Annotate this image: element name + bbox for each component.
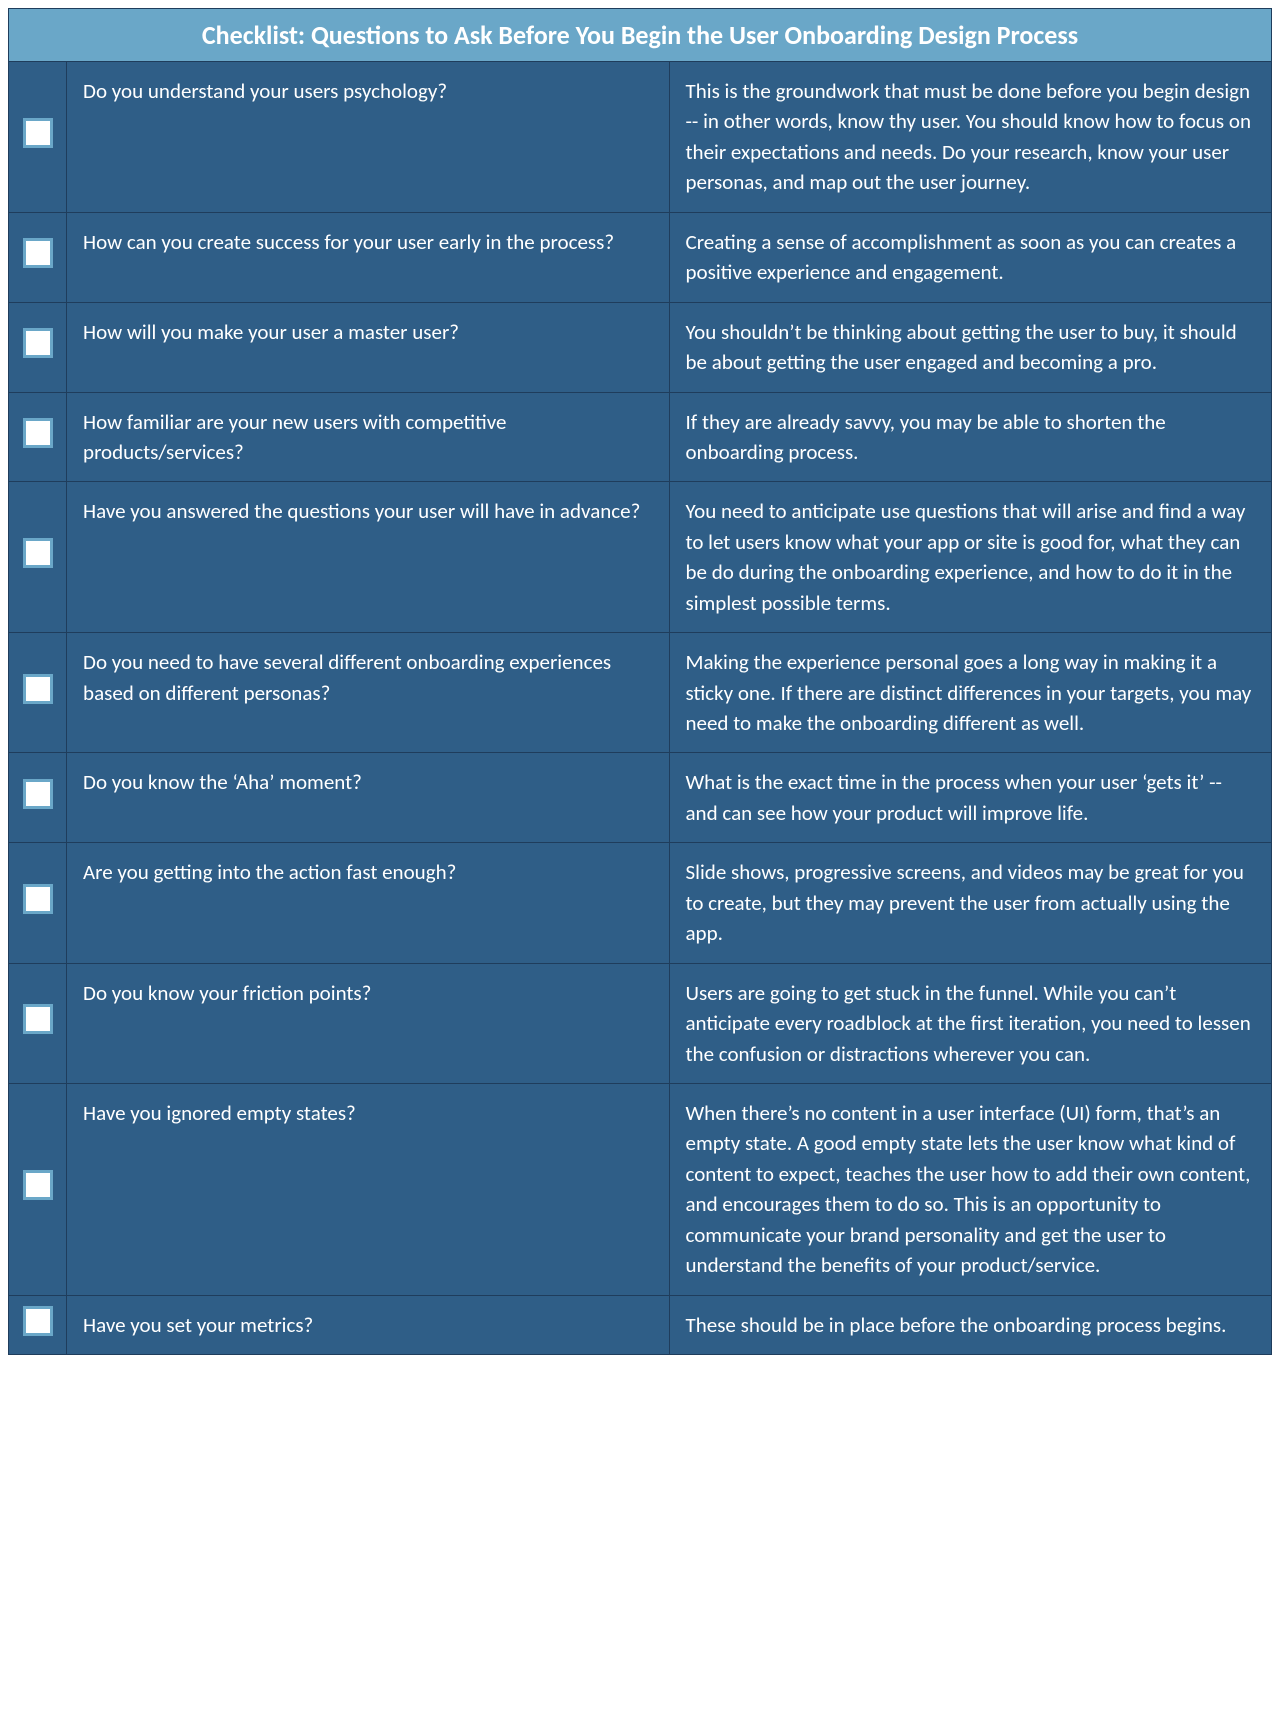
question-cell: How will you make your user a master use… bbox=[67, 302, 669, 392]
checkbox[interactable] bbox=[23, 779, 53, 809]
checkbox-cell bbox=[9, 392, 67, 482]
checkbox-cell bbox=[9, 1083, 67, 1295]
checkbox-cell bbox=[9, 212, 67, 302]
answer-cell: When there’s no content in a user interf… bbox=[669, 1083, 1272, 1295]
table-row: How will you make your user a master use… bbox=[9, 302, 1272, 392]
question-cell: How familiar are your new users with com… bbox=[67, 392, 669, 482]
checkbox[interactable] bbox=[23, 538, 53, 568]
checkbox-cell bbox=[9, 302, 67, 392]
answer-cell: Making the experience personal goes a lo… bbox=[669, 633, 1272, 753]
checkbox[interactable] bbox=[23, 328, 53, 358]
table-row: How can you create success for your user… bbox=[9, 212, 1272, 302]
checkbox[interactable] bbox=[23, 118, 53, 148]
checkbox-cell bbox=[9, 963, 67, 1083]
answer-cell: What is the exact time in the process wh… bbox=[669, 753, 1272, 843]
question-cell: Do you know the ‘Aha’ moment? bbox=[67, 753, 669, 843]
table-row: Do you know your friction points?Users a… bbox=[9, 963, 1272, 1083]
checkbox-cell bbox=[9, 62, 67, 213]
question-cell: Have you ignored empty states? bbox=[67, 1083, 669, 1295]
table-row: Are you getting into the action fast eno… bbox=[9, 843, 1272, 963]
answer-cell: Creating a sense of accomplishment as so… bbox=[669, 212, 1272, 302]
checkbox[interactable] bbox=[23, 1170, 53, 1200]
table-row: Do you need to have several different on… bbox=[9, 633, 1272, 753]
answer-cell: Users are going to get stuck in the funn… bbox=[669, 963, 1272, 1083]
table-row: How familiar are your new users with com… bbox=[9, 392, 1272, 482]
table-row: Do you know the ‘Aha’ moment?What is the… bbox=[9, 753, 1272, 843]
question-cell: Have you set your metrics? bbox=[67, 1295, 669, 1354]
table-row: Have you set your metrics?These should b… bbox=[9, 1295, 1272, 1354]
checklist-table: Checklist: Questions to Ask Before You B… bbox=[8, 8, 1272, 1355]
answer-cell: Slide shows, progressive screens, and vi… bbox=[669, 843, 1272, 963]
checkbox[interactable] bbox=[23, 1306, 53, 1336]
question-cell: Do you know your friction points? bbox=[67, 963, 669, 1083]
checklist-body: Do you understand your users psychology?… bbox=[9, 62, 1272, 1355]
checklist-title: Checklist: Questions to Ask Before You B… bbox=[9, 9, 1272, 62]
answer-cell: If they are already savvy, you may be ab… bbox=[669, 392, 1272, 482]
checkbox[interactable] bbox=[23, 884, 53, 914]
checkbox[interactable] bbox=[23, 674, 53, 704]
answer-cell: This is the groundwork that must be done… bbox=[669, 62, 1272, 213]
question-cell: Have you answered the questions your use… bbox=[67, 482, 669, 633]
checkbox-cell bbox=[9, 482, 67, 633]
checkbox[interactable] bbox=[23, 238, 53, 268]
question-cell: Are you getting into the action fast eno… bbox=[67, 843, 669, 963]
checkbox-cell bbox=[9, 753, 67, 843]
answer-cell: You need to anticipate use questions tha… bbox=[669, 482, 1272, 633]
question-cell: How can you create success for your user… bbox=[67, 212, 669, 302]
table-row: Do you understand your users psychology?… bbox=[9, 62, 1272, 213]
checkbox[interactable] bbox=[23, 418, 53, 448]
answer-cell: These should be in place before the onbo… bbox=[669, 1295, 1272, 1354]
table-row: Have you answered the questions your use… bbox=[9, 482, 1272, 633]
question-cell: Do you need to have several different on… bbox=[67, 633, 669, 753]
checkbox[interactable] bbox=[23, 1004, 53, 1034]
table-row: Have you ignored empty states?When there… bbox=[9, 1083, 1272, 1295]
answer-cell: You shouldn’t be thinking about getting … bbox=[669, 302, 1272, 392]
checkbox-cell bbox=[9, 1295, 67, 1354]
checkbox-cell bbox=[9, 843, 67, 963]
checkbox-cell bbox=[9, 633, 67, 753]
question-cell: Do you understand your users psychology? bbox=[67, 62, 669, 213]
